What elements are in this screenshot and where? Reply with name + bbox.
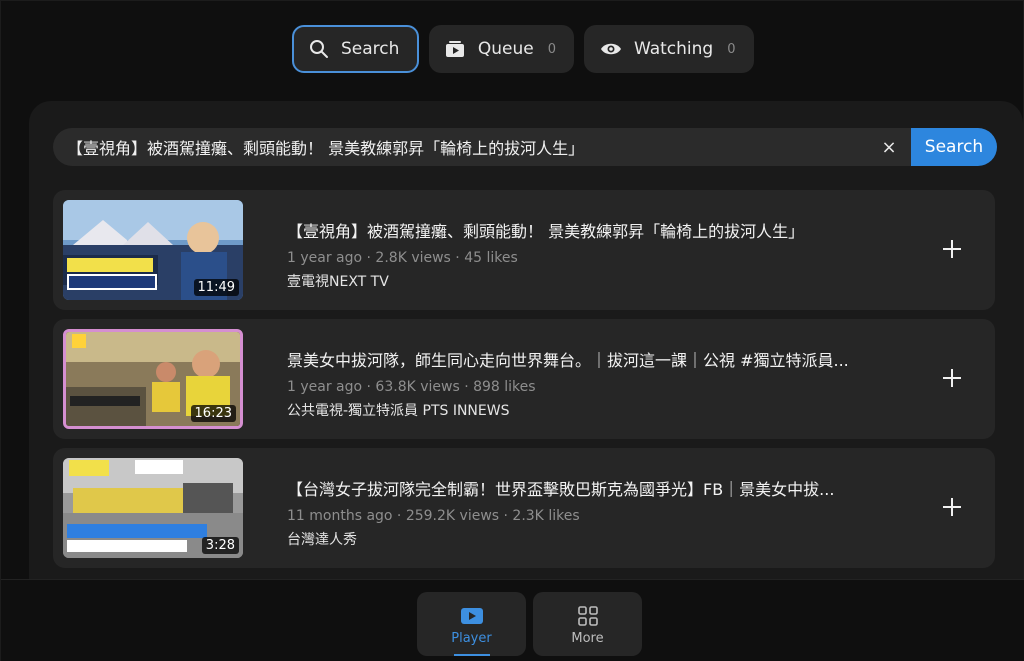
search-button[interactable]: Search — [911, 128, 997, 166]
search-bar: × Search — [53, 128, 997, 166]
video-thumbnail[interactable]: 3:28 — [63, 458, 243, 558]
result-item[interactable]: 3:28 【台灣女子拔河隊完全制霸！世界盃擊敗巴斯克為國爭光】FB｜景美女中拔.… — [53, 448, 995, 568]
video-meta: 1 year ago · 63.8K views · 898 likes — [287, 379, 536, 395]
result-info: 景美女中拔河隊，師生同心走向世界舞台。｜拔河這一課｜公視 #獨立特派員... 1… — [287, 347, 907, 420]
channel-name[interactable]: 壹電視NEXT TV — [287, 271, 907, 291]
video-title[interactable]: 【台灣女子拔河隊完全制霸！世界盃擊敗巴斯克為國爭光】FB｜景美女中拔... — [287, 476, 907, 500]
tab-watching[interactable]: Watching 0 — [584, 25, 754, 73]
tab-queue-label: Queue — [477, 39, 534, 59]
video-title[interactable]: 【壹視角】被酒駕撞癱、剩頭能動！ 景美教練郭昇「輪椅上的拔河人生」 — [287, 218, 907, 242]
search-input[interactable] — [53, 128, 867, 166]
top-tabs: Search Queue 0 Watching 0 — [292, 25, 754, 73]
app-window: Search Queue 0 Watching 0 × Search — [0, 0, 1024, 661]
video-thumbnail[interactable]: 16:23 — [63, 329, 243, 429]
video-title[interactable]: 景美女中拔河隊，師生同心走向世界舞台。｜拔河這一課｜公視 #獨立特派員... — [287, 347, 907, 371]
channel-name[interactable]: 公共電視-獨立特派員 PTS INNEWS — [287, 400, 907, 420]
queue-count: 0 — [547, 41, 556, 57]
tab-watching-label: Watching — [634, 39, 714, 59]
video-thumbnail[interactable]: 11:49 — [63, 200, 243, 300]
result-item[interactable]: 11:49 【壹視角】被酒駕撞癱、剩頭能動！ 景美教練郭昇「輪椅上的拔河人生」 … — [53, 190, 995, 310]
result-info: 【壹視角】被酒駕撞癱、剩頭能動！ 景美教練郭昇「輪椅上的拔河人生」 1 year… — [287, 218, 907, 291]
tab-search-label: Search — [341, 39, 400, 59]
result-info: 【台灣女子拔河隊完全制霸！世界盃擊敗巴斯克為國爭光】FB｜景美女中拔... 11… — [287, 476, 907, 549]
add-to-queue-button[interactable] — [937, 234, 967, 264]
plus-icon — [943, 369, 961, 387]
nav-player-label: Player — [451, 630, 492, 646]
bottom-navigation: Player More — [1, 579, 1024, 661]
nav-more-label: More — [571, 630, 604, 646]
tab-queue[interactable]: Queue 0 — [429, 25, 574, 73]
play-icon — [460, 603, 484, 629]
results-list: 11:49 【壹視角】被酒駕撞癱、剩頭能動！ 景美教練郭昇「輪椅上的拔河人生」 … — [53, 190, 995, 577]
plus-icon — [943, 498, 961, 516]
close-icon: × — [881, 136, 897, 158]
channel-name[interactable]: 台灣達人秀 — [287, 529, 907, 549]
grid-icon — [577, 603, 599, 629]
search-panel: × Search — [29, 101, 1023, 591]
queue-icon — [445, 38, 466, 60]
add-to-queue-button[interactable] — [937, 363, 967, 393]
nav-player[interactable]: Player — [417, 592, 526, 656]
result-item[interactable]: 16:23 景美女中拔河隊，師生同心走向世界舞台。｜拔河這一課｜公視 #獨立特派… — [53, 319, 995, 439]
add-to-queue-button[interactable] — [937, 492, 967, 522]
eye-icon — [600, 38, 622, 60]
tab-search[interactable]: Search — [292, 25, 419, 73]
nav-more[interactable]: More — [533, 592, 642, 656]
video-duration: 11:49 — [193, 279, 239, 296]
watching-count: 0 — [727, 41, 736, 57]
clear-search-button[interactable]: × — [867, 128, 911, 166]
search-icon — [309, 38, 329, 60]
plus-icon — [943, 240, 961, 258]
video-duration: 16:23 — [190, 405, 236, 422]
video-meta: 1 year ago · 2.8K views · 45 likes — [287, 250, 518, 266]
video-meta: 11 months ago · 259.2K views · 2.3K like… — [287, 508, 580, 524]
video-duration: 3:28 — [201, 537, 239, 554]
